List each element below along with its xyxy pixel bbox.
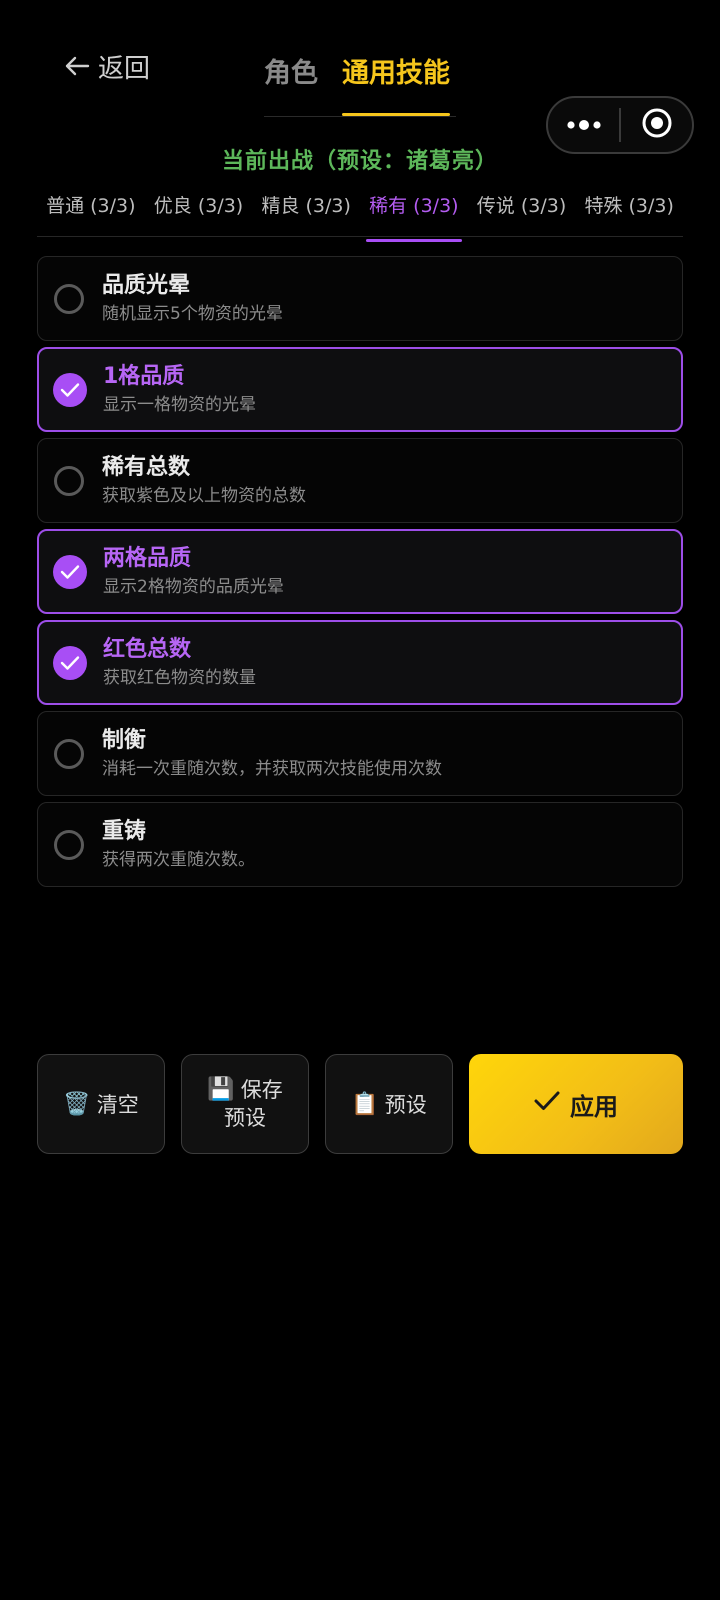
skill-card[interactable]: 1格品质 显示一格物资的光晕 bbox=[37, 347, 683, 432]
skill-name: 两格品质 bbox=[103, 545, 192, 571]
rarity-tabs: 普通 (3/3) 优良 (3/3) 精良 (3/3) 稀有 (3/3) 传说 (… bbox=[37, 188, 683, 242]
tab-fine[interactable]: 优良 (3/3) bbox=[145, 188, 253, 236]
action-bar: 🗑️ 清空 💾 保存 预设 📋 预设 应用 bbox=[37, 1054, 683, 1154]
page-root: 返回 角色 通用技能 当前出战（预设：诸葛亮） 普通 (3/3) 优良 (3/3… bbox=[0, 0, 720, 1600]
skill-card[interactable]: 品质光晕 随机显示5个物资的光晕 bbox=[37, 256, 683, 341]
save-preset-label-line1: 保存 bbox=[240, 1078, 283, 1102]
radio-unchecked-icon[interactable] bbox=[54, 829, 84, 860]
checkmark-icon[interactable] bbox=[53, 554, 87, 589]
clipboard-icon: 📋 bbox=[351, 1091, 379, 1117]
radio-unchecked-icon[interactable] bbox=[54, 738, 84, 769]
tab-common-skills[interactable]: 通用技能 bbox=[342, 52, 450, 116]
save-preset-label-line2: 预设 bbox=[224, 1106, 266, 1130]
apply-button[interactable]: 应用 bbox=[469, 1054, 683, 1154]
tab-rare[interactable]: 稀有 (3/3) bbox=[360, 188, 468, 242]
skill-desc: 随机显示5个物资的光晕 bbox=[102, 303, 283, 324]
checkmark-icon bbox=[534, 1090, 560, 1118]
skill-card[interactable]: 制衡 消耗一次重随次数，并获取两次技能使用次数 bbox=[37, 711, 683, 796]
skill-desc: 获得两次重随次数。 bbox=[102, 849, 255, 870]
skill-name: 稀有总数 bbox=[102, 454, 191, 480]
skill-card[interactable]: 红色总数 获取红色物资的数量 bbox=[37, 620, 683, 705]
back-button[interactable]: 返回 bbox=[64, 46, 150, 86]
skill-card[interactable]: 两格品质 显示2格物资的品质光晕 bbox=[37, 529, 683, 614]
tab-divider bbox=[264, 116, 456, 117]
save-preset-button[interactable]: 💾 保存 预设 bbox=[181, 1054, 309, 1154]
tab-special[interactable]: 特殊 (3/3) bbox=[575, 188, 683, 236]
skill-name: 品质光晕 bbox=[102, 272, 191, 298]
skill-desc: 消耗一次重随次数，并获取两次技能使用次数 bbox=[102, 758, 442, 779]
skill-desc: 获取红色物资的数量 bbox=[103, 667, 256, 688]
clear-button[interactable]: 🗑️ 清空 bbox=[37, 1054, 165, 1154]
preset-button[interactable]: 📋 预设 bbox=[325, 1054, 453, 1154]
skill-card[interactable]: 稀有总数 获取紫色及以上物资的总数 bbox=[37, 438, 683, 523]
skill-desc: 显示2格物资的品质光晕 bbox=[103, 576, 284, 597]
trash-icon: 🗑️ bbox=[63, 1091, 91, 1117]
top-tabs: 角色 通用技能 bbox=[264, 52, 450, 116]
checkmark-icon[interactable] bbox=[53, 372, 87, 407]
floppy-disk-icon: 💾 bbox=[207, 1077, 235, 1102]
target-icon bbox=[641, 107, 673, 143]
clear-label: 清空 bbox=[96, 1093, 139, 1117]
tab-legend[interactable]: 传说 (3/3) bbox=[468, 188, 576, 236]
arrow-left-icon bbox=[64, 55, 90, 77]
skill-name: 红色总数 bbox=[103, 636, 192, 662]
more-dots-icon bbox=[566, 116, 602, 135]
skill-desc: 显示一格物资的光晕 bbox=[103, 394, 256, 415]
skill-name: 重铸 bbox=[102, 818, 147, 844]
skill-card[interactable]: 重铸 获得两次重随次数。 bbox=[37, 802, 683, 887]
radio-unchecked-icon[interactable] bbox=[54, 465, 84, 496]
skill-desc: 获取紫色及以上物资的总数 bbox=[102, 485, 306, 506]
tab-role[interactable]: 角色 bbox=[264, 52, 318, 116]
checkmark-icon[interactable] bbox=[53, 645, 87, 680]
skill-name: 制衡 bbox=[102, 727, 147, 753]
radio-unchecked-icon[interactable] bbox=[54, 283, 84, 314]
current-battle-status: 当前出战（预设：诸葛亮） bbox=[221, 149, 498, 174]
back-label: 返回 bbox=[98, 53, 151, 84]
tab-common[interactable]: 普通 (3/3) bbox=[37, 188, 145, 236]
tab-elite[interactable]: 精良 (3/3) bbox=[252, 188, 360, 236]
skill-list: 品质光晕 随机显示5个物资的光晕 1格品质 显示一格物资的光晕 稀有总数 获取紫… bbox=[37, 256, 683, 893]
preset-label: 预设 bbox=[384, 1093, 427, 1117]
apply-label: 应用 bbox=[570, 1092, 618, 1121]
skill-name: 1格品质 bbox=[103, 363, 185, 389]
